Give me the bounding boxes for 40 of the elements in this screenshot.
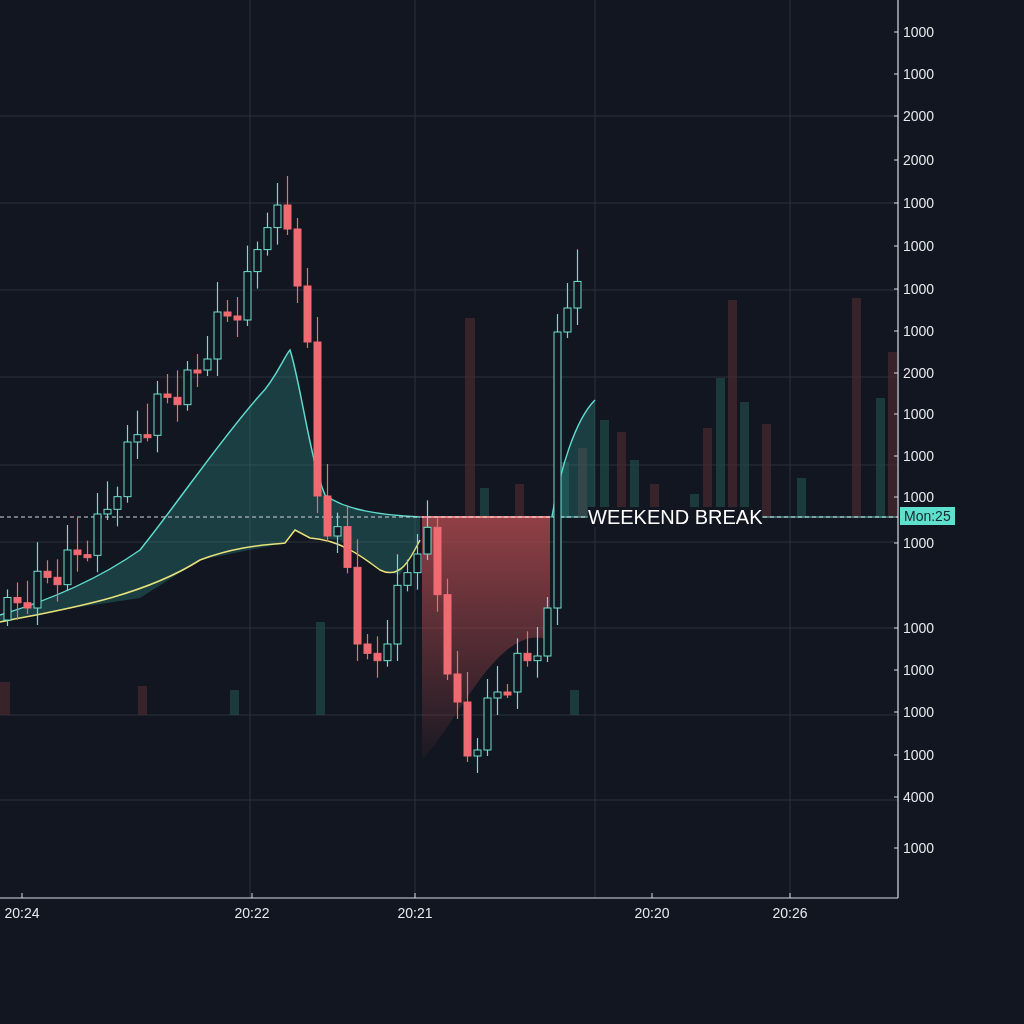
- price-axis-label: 1000: [903, 621, 935, 635]
- price-axis-label: 2000: [903, 153, 935, 167]
- time-axis-label: 20:22: [234, 906, 270, 920]
- price-axis-label: 4000: [903, 790, 935, 804]
- price-axis-label: 2000: [903, 109, 935, 123]
- session-break-label: WEEKEND BREAK: [588, 507, 763, 527]
- volume-bar: [570, 690, 579, 715]
- volume-bar: [578, 448, 587, 518]
- volume-bar: [138, 686, 147, 715]
- price-axis-label: 1000: [903, 449, 935, 463]
- price-axis-label: 1000: [903, 490, 935, 504]
- price-axis-label: 1000: [903, 25, 935, 39]
- candlestick: [283, 175, 292, 236]
- price-axis-label: 1000: [903, 239, 935, 253]
- price-axis-label: 1000: [903, 663, 935, 677]
- time-axis-label: 20:20: [634, 906, 670, 920]
- price-axis-label: 2000: [903, 366, 935, 380]
- price-axis-label: 1000: [903, 67, 935, 81]
- candlestick: [3, 588, 12, 627]
- price-axis-label: 1000: [903, 196, 935, 210]
- time-axis-label: 20:26: [772, 906, 808, 920]
- candlestick: [13, 581, 22, 621]
- price-axis-label: 1000: [903, 705, 935, 719]
- time-axis-label: 20:21: [397, 906, 433, 920]
- price-axis-label: 1000: [903, 841, 935, 855]
- candlestick: [263, 212, 272, 257]
- price-axis-label: 1000: [903, 282, 935, 296]
- candlestick: [533, 626, 542, 679]
- volume-bar: [230, 690, 239, 715]
- candlestick: [273, 182, 282, 246]
- volume-bar: [515, 484, 524, 518]
- price-axis-label: 1000: [903, 407, 935, 421]
- price-axis-label: 1000: [903, 748, 935, 762]
- price-axis-label: 1000: [903, 324, 935, 338]
- time-axis-label: 20:24: [4, 906, 40, 920]
- volume-bar: [797, 478, 806, 518]
- price-axis-label: 1000: [903, 536, 935, 550]
- price-tag: Mon:25: [900, 507, 955, 525]
- volume-bar: [480, 488, 489, 518]
- volume-bar: [0, 682, 10, 715]
